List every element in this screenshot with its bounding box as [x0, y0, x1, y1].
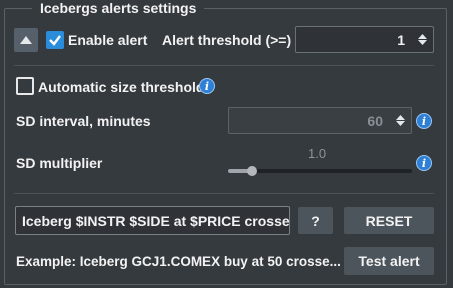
separator-bottom	[14, 193, 434, 194]
sd-multiplier-value: 1.0	[308, 146, 327, 161]
auto-size-checkbox[interactable]	[16, 77, 34, 95]
sd-interval-value: 60	[367, 112, 383, 129]
alert-message-input[interactable]: Iceberg $INSTR $SIDE at $PRICE crossed	[15, 206, 290, 235]
sd-multiplier-slider[interactable]	[228, 164, 412, 178]
alert-message-text: Iceberg $INSTR $SIDE at $PRICE crossed	[22, 212, 290, 229]
auto-size-label[interactable]: Automatic size threshold	[38, 79, 204, 96]
spin-up-icon[interactable]	[418, 34, 427, 39]
spin-down-icon[interactable]	[418, 40, 427, 45]
alert-threshold-value: 1	[397, 31, 405, 48]
sd-interval-spinbox[interactable]: 60	[228, 107, 412, 134]
separator-top	[14, 65, 434, 66]
checkmark-icon	[49, 35, 61, 46]
alert-threshold-spinbox[interactable]: 1	[295, 26, 434, 53]
sd-multiplier-label: SD multiplier	[16, 155, 103, 171]
enable-alert-label[interactable]: Enable alert	[68, 32, 147, 49]
sd-interval-info-icon[interactable]: i	[416, 113, 432, 129]
reset-button[interactable]: RESET	[344, 207, 434, 234]
test-alert-button[interactable]: Test alert	[344, 247, 434, 275]
sd-interval-label: SD interval, minutes	[16, 113, 151, 129]
auto-size-info-icon[interactable]: i	[199, 78, 215, 94]
chevron-up-icon	[20, 36, 32, 44]
alert-threshold-label: Alert threshold (>=)	[162, 32, 292, 48]
group-title: Icebergs alerts settings	[32, 0, 205, 17]
collapse-button[interactable]	[14, 28, 38, 52]
help-button[interactable]: ?	[298, 207, 333, 234]
example-text: Example: Iceberg GCJ1.COMEX buy at 50 cr…	[16, 254, 341, 269]
enable-alert-checkbox[interactable]	[46, 31, 64, 49]
sd-multiplier-info-icon[interactable]: i	[416, 155, 432, 171]
spin-up-icon[interactable]	[396, 115, 405, 120]
slider-handle[interactable]	[247, 166, 257, 176]
spin-down-icon[interactable]	[396, 121, 405, 126]
